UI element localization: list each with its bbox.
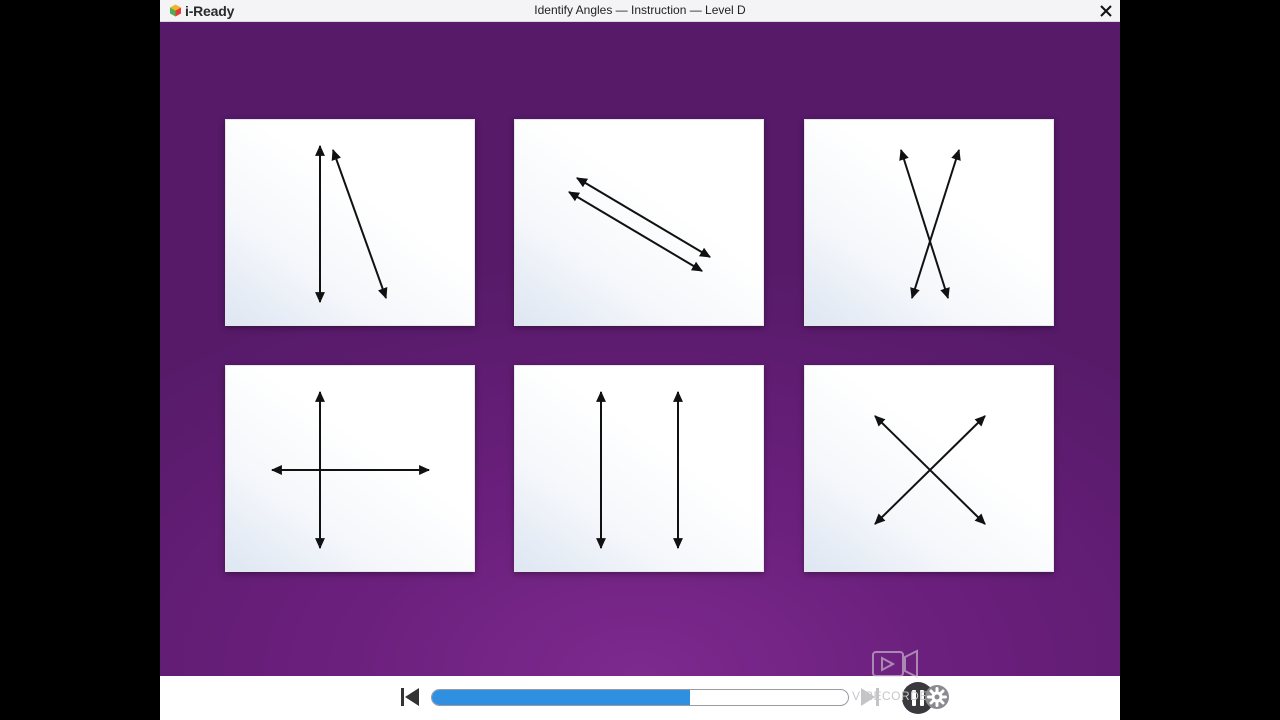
answer-card-1[interactable] [225,119,475,326]
parallel-lines-figure [568,177,711,272]
gear-icon [925,685,949,709]
close-button[interactable] [1096,1,1116,21]
answer-card-2[interactable] [514,119,764,326]
skip-back-button[interactable] [398,685,422,709]
perpendicular-lines-figure [270,390,431,550]
close-icon [1100,5,1112,17]
title-bar: i-Ready Identify Angles — Instruction — … [160,0,1120,22]
progress-bar[interactable] [431,689,849,706]
settings-button[interactable] [924,684,950,710]
lesson-stage [160,22,1120,676]
skip-back-icon [401,688,419,706]
playback-controls [160,676,1120,720]
app-window: i-Ready Identify Angles — Instruction — … [160,0,1120,720]
intersecting-lines-figure [315,144,388,304]
window-title: Identify Angles — Instruction — Level D [534,3,746,17]
answer-card-3[interactable] [804,119,1054,326]
progress-fill [432,690,690,705]
intersecting-lines-figure [899,148,961,300]
answer-card-4[interactable] [225,365,475,572]
perpendicular-lines-figure [874,415,986,525]
answer-card-6[interactable] [804,365,1054,572]
answer-card-5[interactable] [514,365,764,572]
parallel-lines-figure [596,390,683,550]
